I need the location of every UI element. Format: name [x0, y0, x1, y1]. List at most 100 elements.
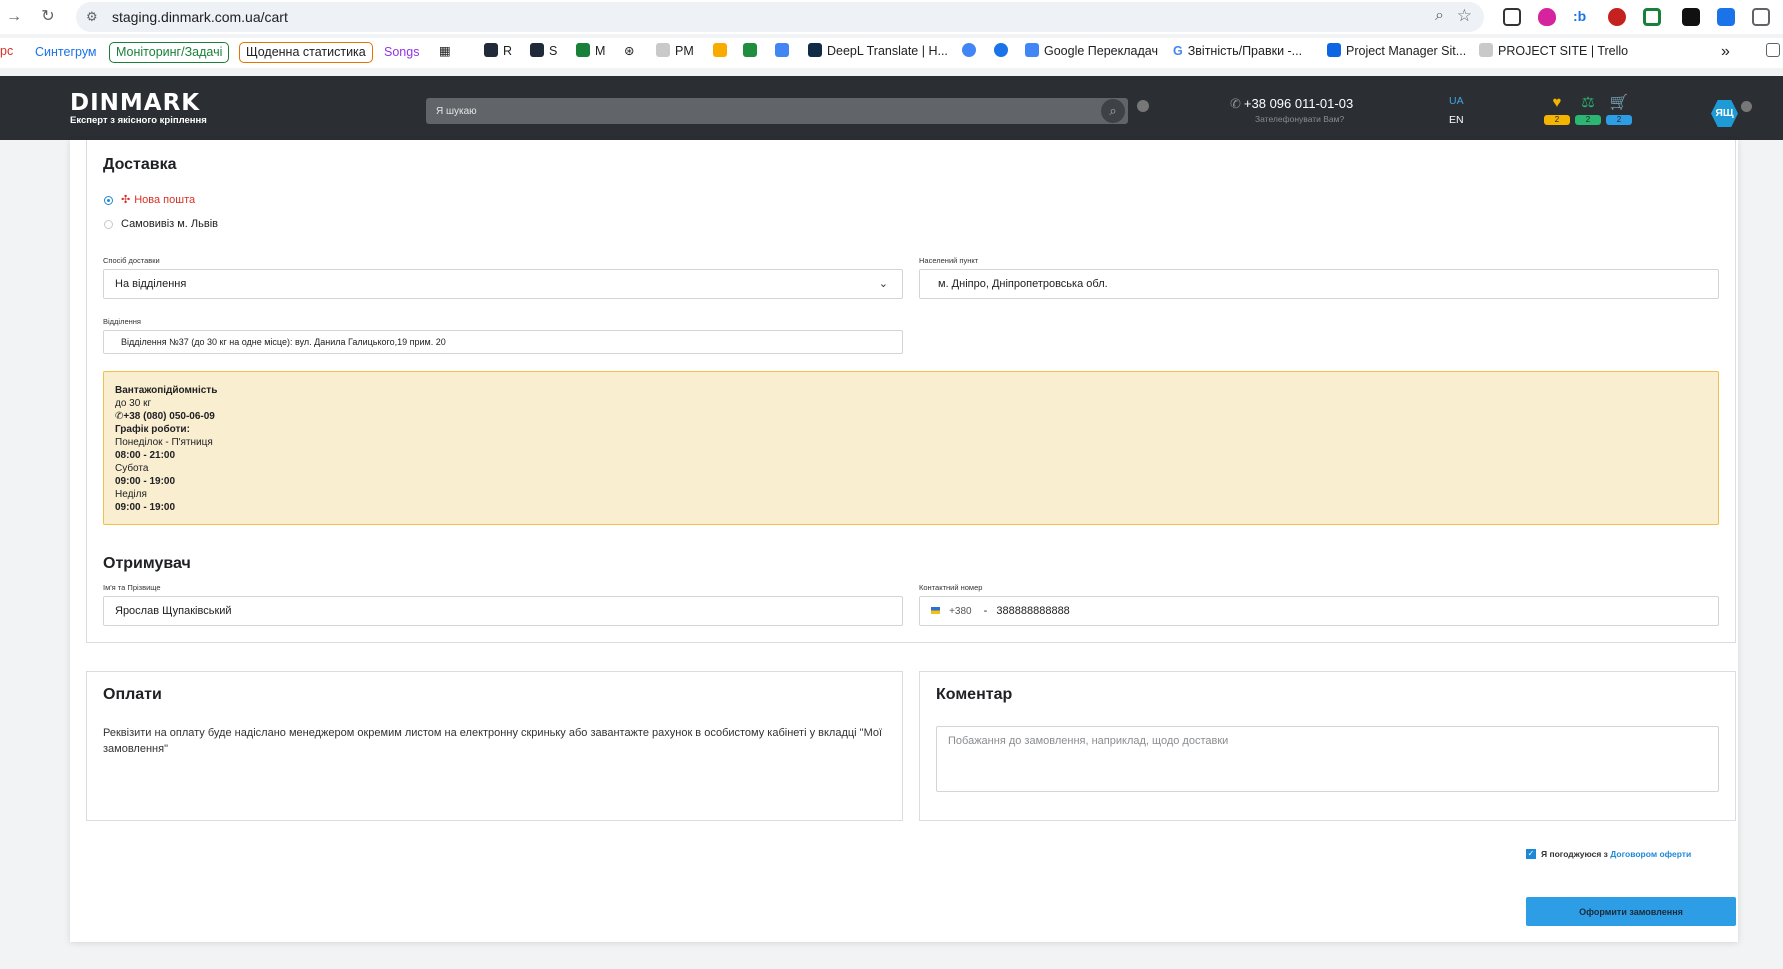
phone-code: +380: [949, 606, 972, 617]
phone-label: Контактний номер: [919, 583, 983, 592]
logo-tagline: Експерт з якісного кріплення: [70, 115, 207, 126]
record-extension-icon[interactable]: [1643, 8, 1661, 26]
capacity-value: до 30 кг: [115, 398, 152, 409]
phone-value: 388888888888: [996, 605, 1070, 617]
sheets-icon: [576, 43, 590, 57]
browser-toolbar: → ↻ ⚙ staging.dinmark.com.ua/cart ⌕ ☆ :b: [0, 0, 1783, 34]
puzzle-extension-icon[interactable]: [1752, 8, 1770, 26]
nova-poshta-option[interactable]: ✣ Нова пошта: [121, 193, 195, 206]
lang-en[interactable]: EN: [1449, 114, 1464, 126]
saturday-hours: 09:00 - 19:00: [115, 476, 176, 487]
lang-ua[interactable]: UA: [1449, 95, 1464, 107]
bookmark-item[interactable]: DeepL Translate | H...: [808, 42, 948, 63]
google-translate-icon: [1025, 43, 1039, 57]
heart-icon[interactable]: ♥: [1544, 95, 1570, 111]
p-bookmark-icon[interactable]: [994, 42, 1013, 63]
dz-extension-icon[interactable]: [1682, 8, 1700, 26]
agree-label: Я погоджуюся з Договором оферти: [1541, 849, 1692, 859]
bookmark-icon: [530, 43, 544, 57]
radio-pickup-lviv[interactable]: [104, 220, 113, 229]
cart-badge: 2: [1606, 115, 1632, 125]
bookmark-icon: [484, 43, 498, 57]
b-extension-icon[interactable]: :b: [1573, 8, 1591, 26]
compare-badge: 2: [1575, 115, 1601, 125]
name-field[interactable]: Ярослав Щупаківський: [103, 596, 903, 626]
chat-bookmark-icon[interactable]: [713, 42, 732, 63]
close-icon[interactable]: [1137, 100, 1149, 112]
heart-bookmark-icon[interactable]: [775, 42, 794, 63]
more-bookmarks-icon[interactable]: »: [1721, 42, 1730, 63]
url-text: staging.dinmark.com.ua/cart: [112, 9, 288, 25]
bookmark-item[interactable]: Project Manager Sit...: [1327, 42, 1466, 63]
cart-icon[interactable]: 🛒: [1606, 95, 1632, 111]
delivery-title: Доставка: [103, 156, 177, 173]
bookmark-item[interactable]: Щоденна статистика: [239, 42, 373, 63]
payment-text: Реквізити на оплату буде надіслано менед…: [103, 727, 883, 755]
close-icon[interactable]: [1741, 101, 1752, 112]
agree-checkbox[interactable]: ✓: [1526, 849, 1536, 859]
search-input[interactable]: [436, 98, 1076, 124]
apps-grid-icon[interactable]: ▦: [439, 42, 451, 63]
bookmark-item[interactable]: Синтегрум: [28, 42, 104, 63]
payment-title: Оплати: [103, 686, 162, 703]
avatar[interactable]: ЯЩ: [1711, 100, 1738, 127]
city-field[interactable]: м. Дніпро, Дніпропетровська обл.: [919, 269, 1719, 299]
branch-phone[interactable]: +38 (080) 050-06-09: [123, 411, 214, 422]
bookmark-item[interactable]: Songs: [377, 42, 426, 63]
bookmark-item[interactable]: Моніторинг/Задачі: [109, 42, 230, 63]
bookmark-item[interactable]: R: [484, 42, 512, 63]
delivery-method-select[interactable]: На відділення ⌄: [103, 269, 903, 299]
bookmarks-bar: рс Синтегрум Моніторинг/Задачі Щоденна с…: [0, 38, 1783, 68]
saturday-label: Субота: [115, 463, 149, 474]
phone-field[interactable]: +380 - 388888888888: [919, 596, 1719, 626]
bookmark-icon: [1479, 43, 1493, 57]
place-order-button[interactable]: Оформити замовлення: [1526, 897, 1736, 926]
phone-number[interactable]: ✆ +38 096 011-01-03: [1230, 96, 1353, 112]
chevron-down-icon: ⌄: [878, 278, 888, 290]
shield-extension-icon[interactable]: [1538, 8, 1556, 26]
branch-label: Відділення: [103, 317, 141, 326]
flag-extension-icon[interactable]: [1717, 8, 1735, 26]
branch-info-panel: Вантажопідйомність до 30 кг ✆+38 (080) 0…: [103, 371, 1719, 525]
google-icon: G: [1173, 44, 1183, 58]
bookmark-item[interactable]: рс: [0, 42, 13, 63]
gemini-bookmark-icon[interactable]: [962, 42, 981, 63]
bookmark-item[interactable]: G Звітність/Правки -...: [1173, 42, 1302, 63]
delivery-method-label: Спосіб доставки: [103, 256, 160, 265]
callback-link[interactable]: Зателефонувати Вам?: [1255, 114, 1344, 124]
site-info-icon[interactable]: ⚙: [86, 9, 98, 25]
forward-icon[interactable]: →: [4, 7, 24, 27]
bookmark-item[interactable]: PM: [656, 42, 694, 63]
city-label: Населений пункт: [919, 256, 979, 265]
bookmark-item[interactable]: Google Перекладач: [1025, 42, 1158, 63]
address-bar[interactable]: ⚙ staging.dinmark.com.ua/cart ⌕ ☆: [76, 2, 1484, 32]
sunday-label: Неділя: [115, 489, 147, 500]
radio-nova-poshta[interactable]: [104, 196, 113, 205]
openai-icon[interactable]: ⊛: [624, 42, 634, 63]
bookmark-item[interactable]: M: [576, 42, 605, 63]
zoom-icon[interactable]: ⌕: [1435, 7, 1444, 25]
bookmark-item[interactable]: S: [530, 42, 557, 63]
capacity-title: Вантажопідйомність: [115, 385, 218, 396]
recipient-title: Отримувач: [103, 555, 191, 572]
deepl-icon: [808, 43, 822, 57]
offer-link[interactable]: Договором оферти: [1610, 849, 1691, 859]
play-bookmark-icon[interactable]: [743, 42, 762, 63]
compare-icon[interactable]: ⚖: [1575, 95, 1601, 111]
sunday-hours: 09:00 - 19:00: [115, 502, 176, 513]
site-header: DINMARK Експерт з якісного кріплення ⌕ ✆…: [0, 76, 1783, 140]
folder-icon[interactable]: [1766, 42, 1783, 63]
bookmark-star-icon[interactable]: ☆: [1457, 6, 1472, 26]
comment-textarea[interactable]: [936, 726, 1719, 792]
pickup-lviv-option[interactable]: Самовивіз м. Львів: [121, 218, 218, 230]
reload-icon[interactable]: ↻: [38, 7, 58, 27]
schedule-title: Графік роботи:: [115, 424, 190, 435]
logo[interactable]: DINMARK Експерт з якісного кріплення: [70, 90, 207, 126]
search-icon[interactable]: ⌕: [1101, 99, 1125, 123]
image-extension-icon[interactable]: [1503, 8, 1521, 26]
branch-field[interactable]: Відділення №37 (до 30 кг на одне місце):…: [103, 330, 903, 354]
weekdays-hours: 08:00 - 21:00: [115, 450, 176, 461]
s-extension-icon[interactable]: [1608, 8, 1626, 26]
trello-icon: [1327, 43, 1341, 57]
bookmark-item[interactable]: PROJECT SITE | Trello: [1479, 42, 1628, 63]
